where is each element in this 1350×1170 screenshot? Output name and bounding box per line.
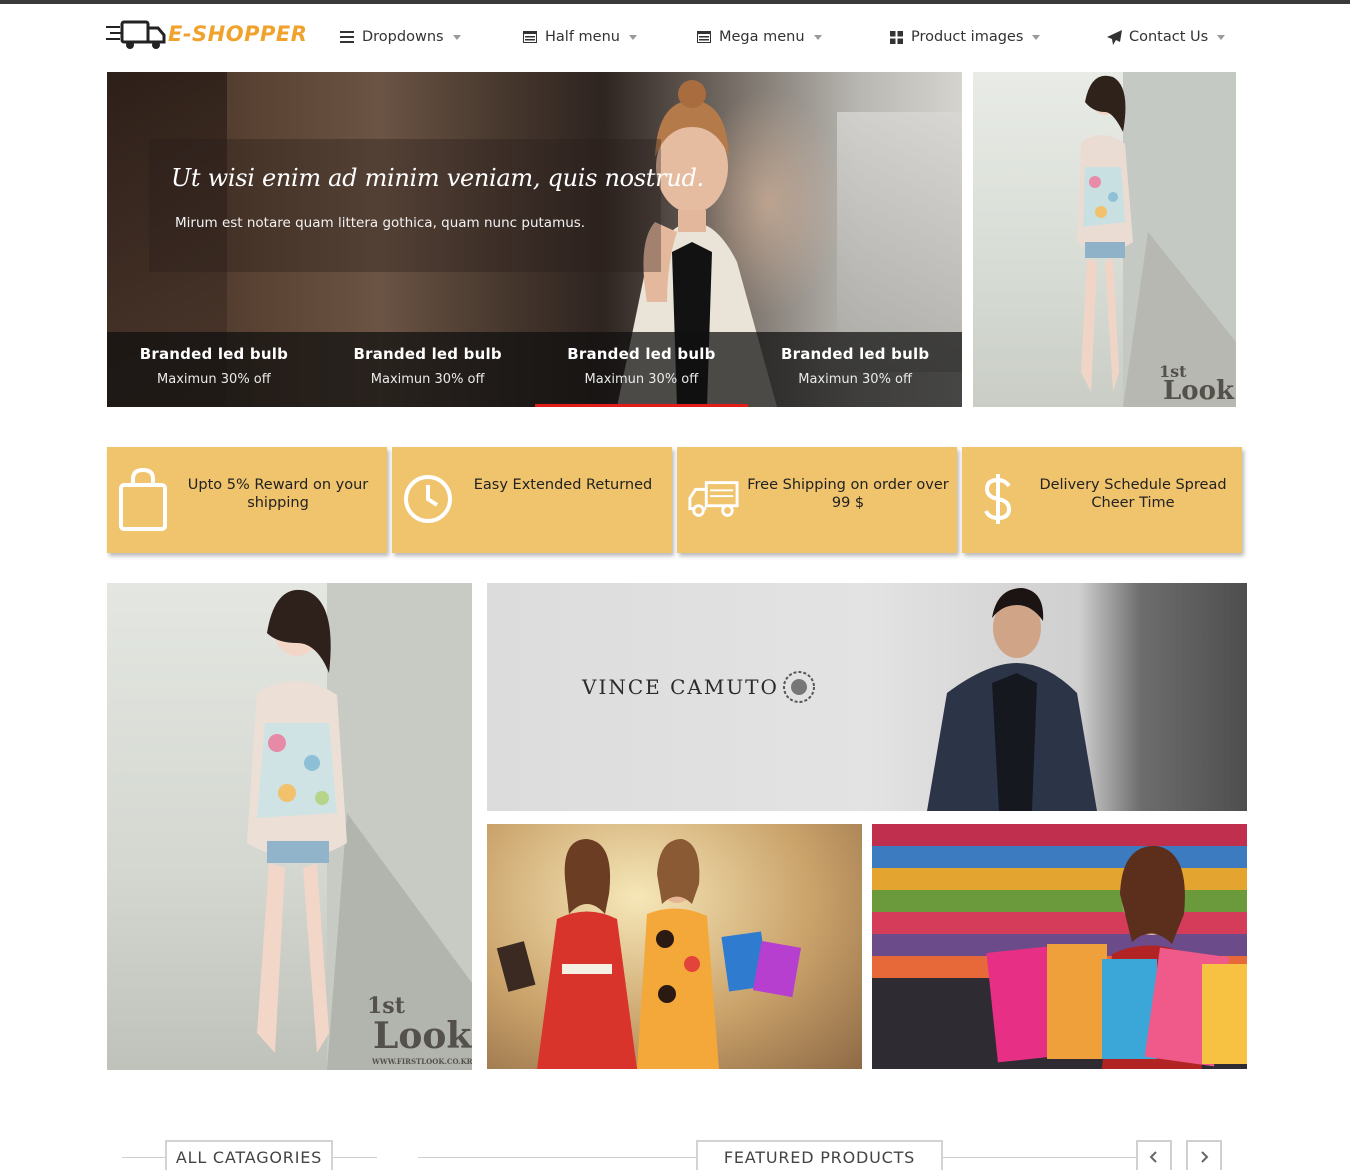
slider-tab-subtitle: Maximun 30% off — [157, 372, 271, 387]
grid-icon — [888, 29, 904, 45]
nav-half-menu[interactable]: Half menu — [522, 26, 637, 48]
slider-tabs: Branded led bulb Maximun 30% off Branded… — [107, 332, 962, 407]
model-figure-image — [247, 583, 472, 1070]
chevron-down-icon — [1032, 35, 1041, 40]
side-promo-image[interactable]: 1st Look — [973, 72, 1236, 407]
chevron-right-icon — [1201, 1151, 1209, 1163]
nav-label: Product images — [911, 29, 1024, 45]
feature-shipping[interactable]: Free Shipping on order over 99 $ — [677, 447, 957, 553]
slider-tab-subtitle: Maximun 30% off — [798, 372, 912, 387]
window-list-icon — [522, 29, 538, 45]
slider-tab-4[interactable]: Branded led bulb Maximun 30% off — [748, 332, 962, 407]
model-figure-image — [1077, 72, 1236, 407]
feature-text: Upto 5% Reward on your shipping — [187, 477, 369, 511]
nav-mega-menu[interactable]: Mega menu — [696, 26, 822, 48]
banner-shopping-bags[interactable] — [872, 824, 1247, 1069]
section-featured-products[interactable]: FEATURED PRODUCTS — [696, 1140, 943, 1170]
slider-heading: Ut wisi enim ad minim veniam, quis nostr… — [171, 164, 704, 192]
truck-icon — [687, 465, 739, 533]
shopping-bag-icon — [117, 465, 169, 533]
chevron-down-icon — [452, 35, 461, 40]
lion-crest-icon — [783, 671, 815, 703]
chevron-left-icon — [1149, 1151, 1157, 1163]
watermark-logo: Look — [373, 1015, 472, 1057]
nav-label: Mega menu — [719, 29, 805, 45]
feature-returns[interactable]: Easy Extended Returned — [392, 447, 672, 553]
slider-tab-subtitle: Maximun 30% off — [370, 372, 485, 387]
paper-plane-icon — [1106, 29, 1122, 45]
nav-product-images[interactable]: Product images — [888, 26, 1041, 48]
slider-tab-3[interactable]: Branded led bulb Maximun 30% off — [534, 332, 749, 407]
section-divider — [333, 1157, 377, 1158]
list-icon — [339, 29, 355, 45]
section-all-categories[interactable]: ALL CATAGORIES — [165, 1140, 333, 1170]
slider-tab-title: Branded led bulb — [780, 345, 930, 363]
feature-text: Free Shipping on order over 99 $ — [747, 477, 949, 511]
feature-text: Easy Extended Returned — [473, 477, 653, 493]
slider-tab-title: Branded led bulb — [139, 345, 289, 363]
banner-fashion-girl[interactable]: 1st Look WWW.FIRSTLOOK.CO.KR — [107, 583, 472, 1070]
slider-tab-1[interactable]: Branded led bulb Maximun 30% off — [107, 332, 321, 407]
watermark-url: WWW.FIRSTLOOK.CO.KR — [372, 1057, 472, 1066]
chevron-down-icon — [1217, 35, 1226, 40]
slider-tab-title: Branded led bulb — [567, 345, 716, 363]
site-header: E-SHOPPER Dropdowns Half menu Mega menu … — [0, 4, 1350, 70]
slider-tab-2[interactable]: Branded led bulb Maximun 30% off — [321, 332, 535, 407]
feature-delivery[interactable]: Delivery Schedule Spread Cheer Time — [962, 447, 1242, 553]
nav-dropdowns[interactable]: Dropdowns — [339, 26, 461, 48]
delivery-truck-icon — [106, 20, 166, 49]
nav-label: Dropdowns — [362, 29, 444, 45]
slider-tab-subtitle: Maximun 30% off — [584, 372, 699, 387]
slider-caption-box — [149, 139, 661, 272]
chevron-down-icon — [628, 35, 637, 40]
watermark-logo: Look — [1163, 376, 1234, 406]
banner-shopping-friends[interactable] — [487, 824, 862, 1069]
shopping-bags-image — [872, 824, 1247, 1069]
clock-icon — [402, 465, 454, 533]
window-list-icon — [696, 29, 712, 45]
prev-button[interactable] — [1136, 1140, 1172, 1170]
chevron-down-icon — [813, 35, 822, 40]
nav-label: Contact Us — [1129, 29, 1209, 45]
feature-reward[interactable]: Upto 5% Reward on your shipping — [107, 447, 387, 553]
section-divider — [418, 1157, 697, 1158]
brand-text: VINCE CAMUTO — [582, 675, 779, 699]
section-divider — [943, 1157, 1136, 1158]
slider-tab-title: Branded led bulb — [353, 345, 502, 363]
nav-label: Half menu — [545, 29, 620, 45]
hero-slider[interactable]: Ut wisi enim ad minim veniam, quis nostr… — [107, 72, 962, 407]
logo-text: E-SHOPPER — [168, 22, 308, 46]
logo[interactable]: E-SHOPPER — [106, 18, 307, 50]
banner-vince-camuto[interactable]: VINCE CAMUTO — [487, 583, 1247, 811]
nav-contact-us[interactable]: Contact Us — [1106, 26, 1226, 48]
section-divider — [122, 1157, 166, 1158]
next-button[interactable] — [1186, 1140, 1222, 1170]
feature-text: Delivery Schedule Spread Cheer Time — [1039, 477, 1227, 511]
shopping-friends-image — [496, 839, 802, 1069]
slider-subheading: Mirum est notare quam littera gothica, q… — [175, 215, 586, 231]
dollar-icon — [972, 465, 1024, 533]
